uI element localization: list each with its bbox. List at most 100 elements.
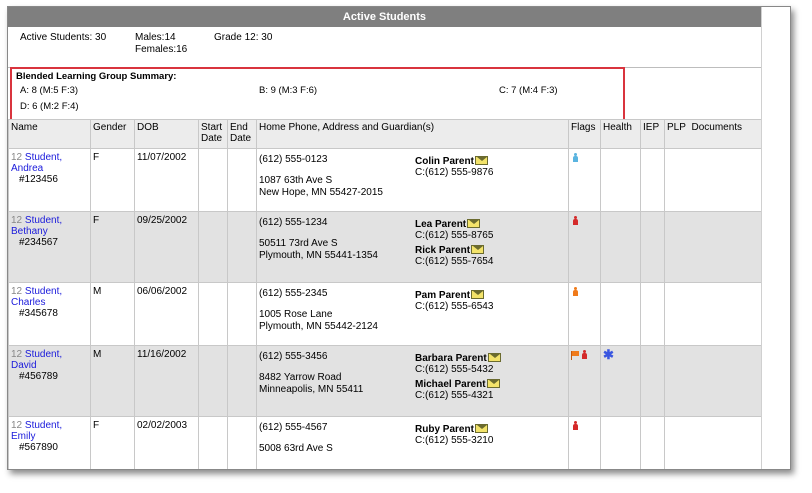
guardian-list: Barbara Parent C:(612) 555-5432 Michael … [415,351,501,405]
address-line1: 50511 73rd Ave S [259,238,338,249]
guardian-cell-phone: C:(612) 555-5432 [415,364,494,375]
student-name-link[interactable]: Charles [11,297,45,308]
name-cell: 12 Student, Andrea #123456 [8,148,91,212]
student-name-link[interactable]: Student, [25,152,62,163]
health-cell [600,416,641,469]
scroll-gutter[interactable] [761,7,790,469]
student-name-link[interactable]: David [11,360,37,371]
col-home[interactable]: Home Phone, Address and Guardian(s) [256,119,569,149]
address-line2: New Hope, MN 55427-2015 [259,187,383,198]
guardian-cell-phone: C:(612) 555-3210 [415,435,494,446]
address-line2: Plymouth, MN 55441-1354 [259,250,378,261]
address-line1: 5008 63rd Ave S [259,443,333,454]
dob-cell: 11/16/2002 [134,345,199,417]
student-id: #567890 [19,442,58,453]
envelope-icon[interactable] [467,219,481,228]
start-date-cell [198,211,228,283]
envelope-icon[interactable] [487,353,501,362]
address-line1: 1087 63th Ave S [259,175,333,186]
guardian-list: Ruby Parent C:(612) 555-3210 [415,422,493,450]
table-row: 12 Student, Andrea #123456 F 11/07/2002 … [8,148,762,212]
guardian-list: Lea Parent C:(612) 555-8765 Rick Parent … [415,217,493,271]
gender-cell: F [90,211,135,283]
person-flag-icon[interactable] [572,216,579,225]
guardian-name: Michael Parent [415,379,486,390]
col-gender[interactable]: Gender [90,119,135,149]
student-name-link[interactable]: Student, [25,215,62,226]
start-date-cell [198,282,228,346]
home-phone: (612) 555-3456 [259,351,328,362]
student-name-link[interactable]: Student, [25,349,62,360]
grade-label: 12 [11,215,23,226]
start-date-cell [198,148,228,212]
address: 5008 63rd Ave S [259,443,566,455]
name-cell: 12 Student, Emily #567890 [8,416,91,469]
col-documents[interactable]: Documents [691,122,742,133]
plp-documents-cell [664,211,762,283]
medical-star-icon[interactable]: ✱ [603,347,614,362]
name-cell: 12 Student, Charles #345678 [8,282,91,346]
student-id: #123456 [19,174,58,185]
start-date-cell [198,416,228,469]
iep-cell [640,282,665,346]
student-name-link[interactable]: Bethany [11,226,48,237]
envelope-icon[interactable] [486,379,500,388]
envelope-icon[interactable] [474,156,488,165]
health-cell [600,211,641,283]
gender-cell: F [90,416,135,469]
dob-cell: 02/02/2003 [134,416,199,469]
person-flag-icon[interactable] [581,350,588,359]
flags-cell [568,211,601,283]
guardian-cell-phone: C:(612) 555-8765 [415,230,494,241]
guardian-cell-phone: C:(612) 555-9876 [415,167,494,178]
envelope-icon[interactable] [471,245,485,254]
grade-count: Grade 12: 30 [214,32,273,43]
address: 1087 63th Ave S New Hope, MN 55427-2015 [259,175,566,199]
home-phone: (612) 555-4567 [259,422,328,433]
table-row: 12 Student, Charles #345678 M 06/06/2002… [8,282,762,346]
col-end-date[interactable]: End Date [227,119,257,149]
grade-label: 12 [11,420,23,431]
guardian-item: Ruby Parent C:(612) 555-3210 [415,424,493,446]
guardian-cell-phone: C:(612) 555-6543 [415,301,494,312]
flags-cell [568,282,601,346]
col-plp[interactable]: PLP [667,122,686,133]
home-cell: (612) 555-4567 5008 63rd Ave S Ruby Pare… [256,416,569,469]
iep-cell [640,148,665,212]
home-cell: (612) 555-2345 1005 Rose Lane Plymouth, M… [256,282,569,346]
address: 50511 73rd Ave S Plymouth, MN 55441-1354 [259,238,566,262]
envelope-icon[interactable] [471,290,485,299]
student-name-link[interactable]: Andrea [11,163,43,174]
col-name[interactable]: Name [8,119,91,149]
blended-summary-title: Blended Learning Group Summary: [16,71,177,82]
home-phone: (612) 555-0123 [259,154,328,165]
student-name-link[interactable]: Emily [11,431,35,442]
address-line2: Plymouth, MN 55442-2124 [259,321,378,332]
student-name-link[interactable]: Student, [25,286,62,297]
student-name-link[interactable]: Student, [25,420,62,431]
col-health[interactable]: Health [600,119,641,149]
col-flags[interactable]: Flags [568,119,601,149]
person-flag-icon[interactable] [572,287,579,296]
person-flag-icon[interactable] [572,153,579,162]
col-dob[interactable]: DOB [134,119,199,149]
plp-documents-cell [664,345,762,417]
health-cell [600,282,641,346]
group-c-count: C: 7 (M:4 F:3) [499,85,558,96]
active-count: Active Students: 30 [20,32,107,43]
guardian-name: Rick Parent [415,245,471,256]
col-plp-documents[interactable]: PLP Documents [664,119,762,149]
guardian-name: Ruby Parent [415,424,474,435]
blended-learning-summary: Blended Learning Group Summary: A: 8 (M:… [10,67,625,121]
group-b-count: B: 9 (M:3 F:6) [259,85,318,96]
col-iep[interactable]: IEP [640,119,665,149]
flag-banner-icon[interactable] [571,351,580,360]
person-flag-icon[interactable] [572,421,579,430]
envelope-icon[interactable] [474,424,488,433]
guardian-name: Colin Parent [415,156,474,167]
guardian-name: Pam Parent [415,290,471,301]
males-count: Males:14 [135,32,176,43]
flags-cell [568,345,601,417]
home-cell: (612) 555-0123 1087 63th Ave S New Hope, … [256,148,569,212]
col-start-date[interactable]: Start Date [198,119,228,149]
